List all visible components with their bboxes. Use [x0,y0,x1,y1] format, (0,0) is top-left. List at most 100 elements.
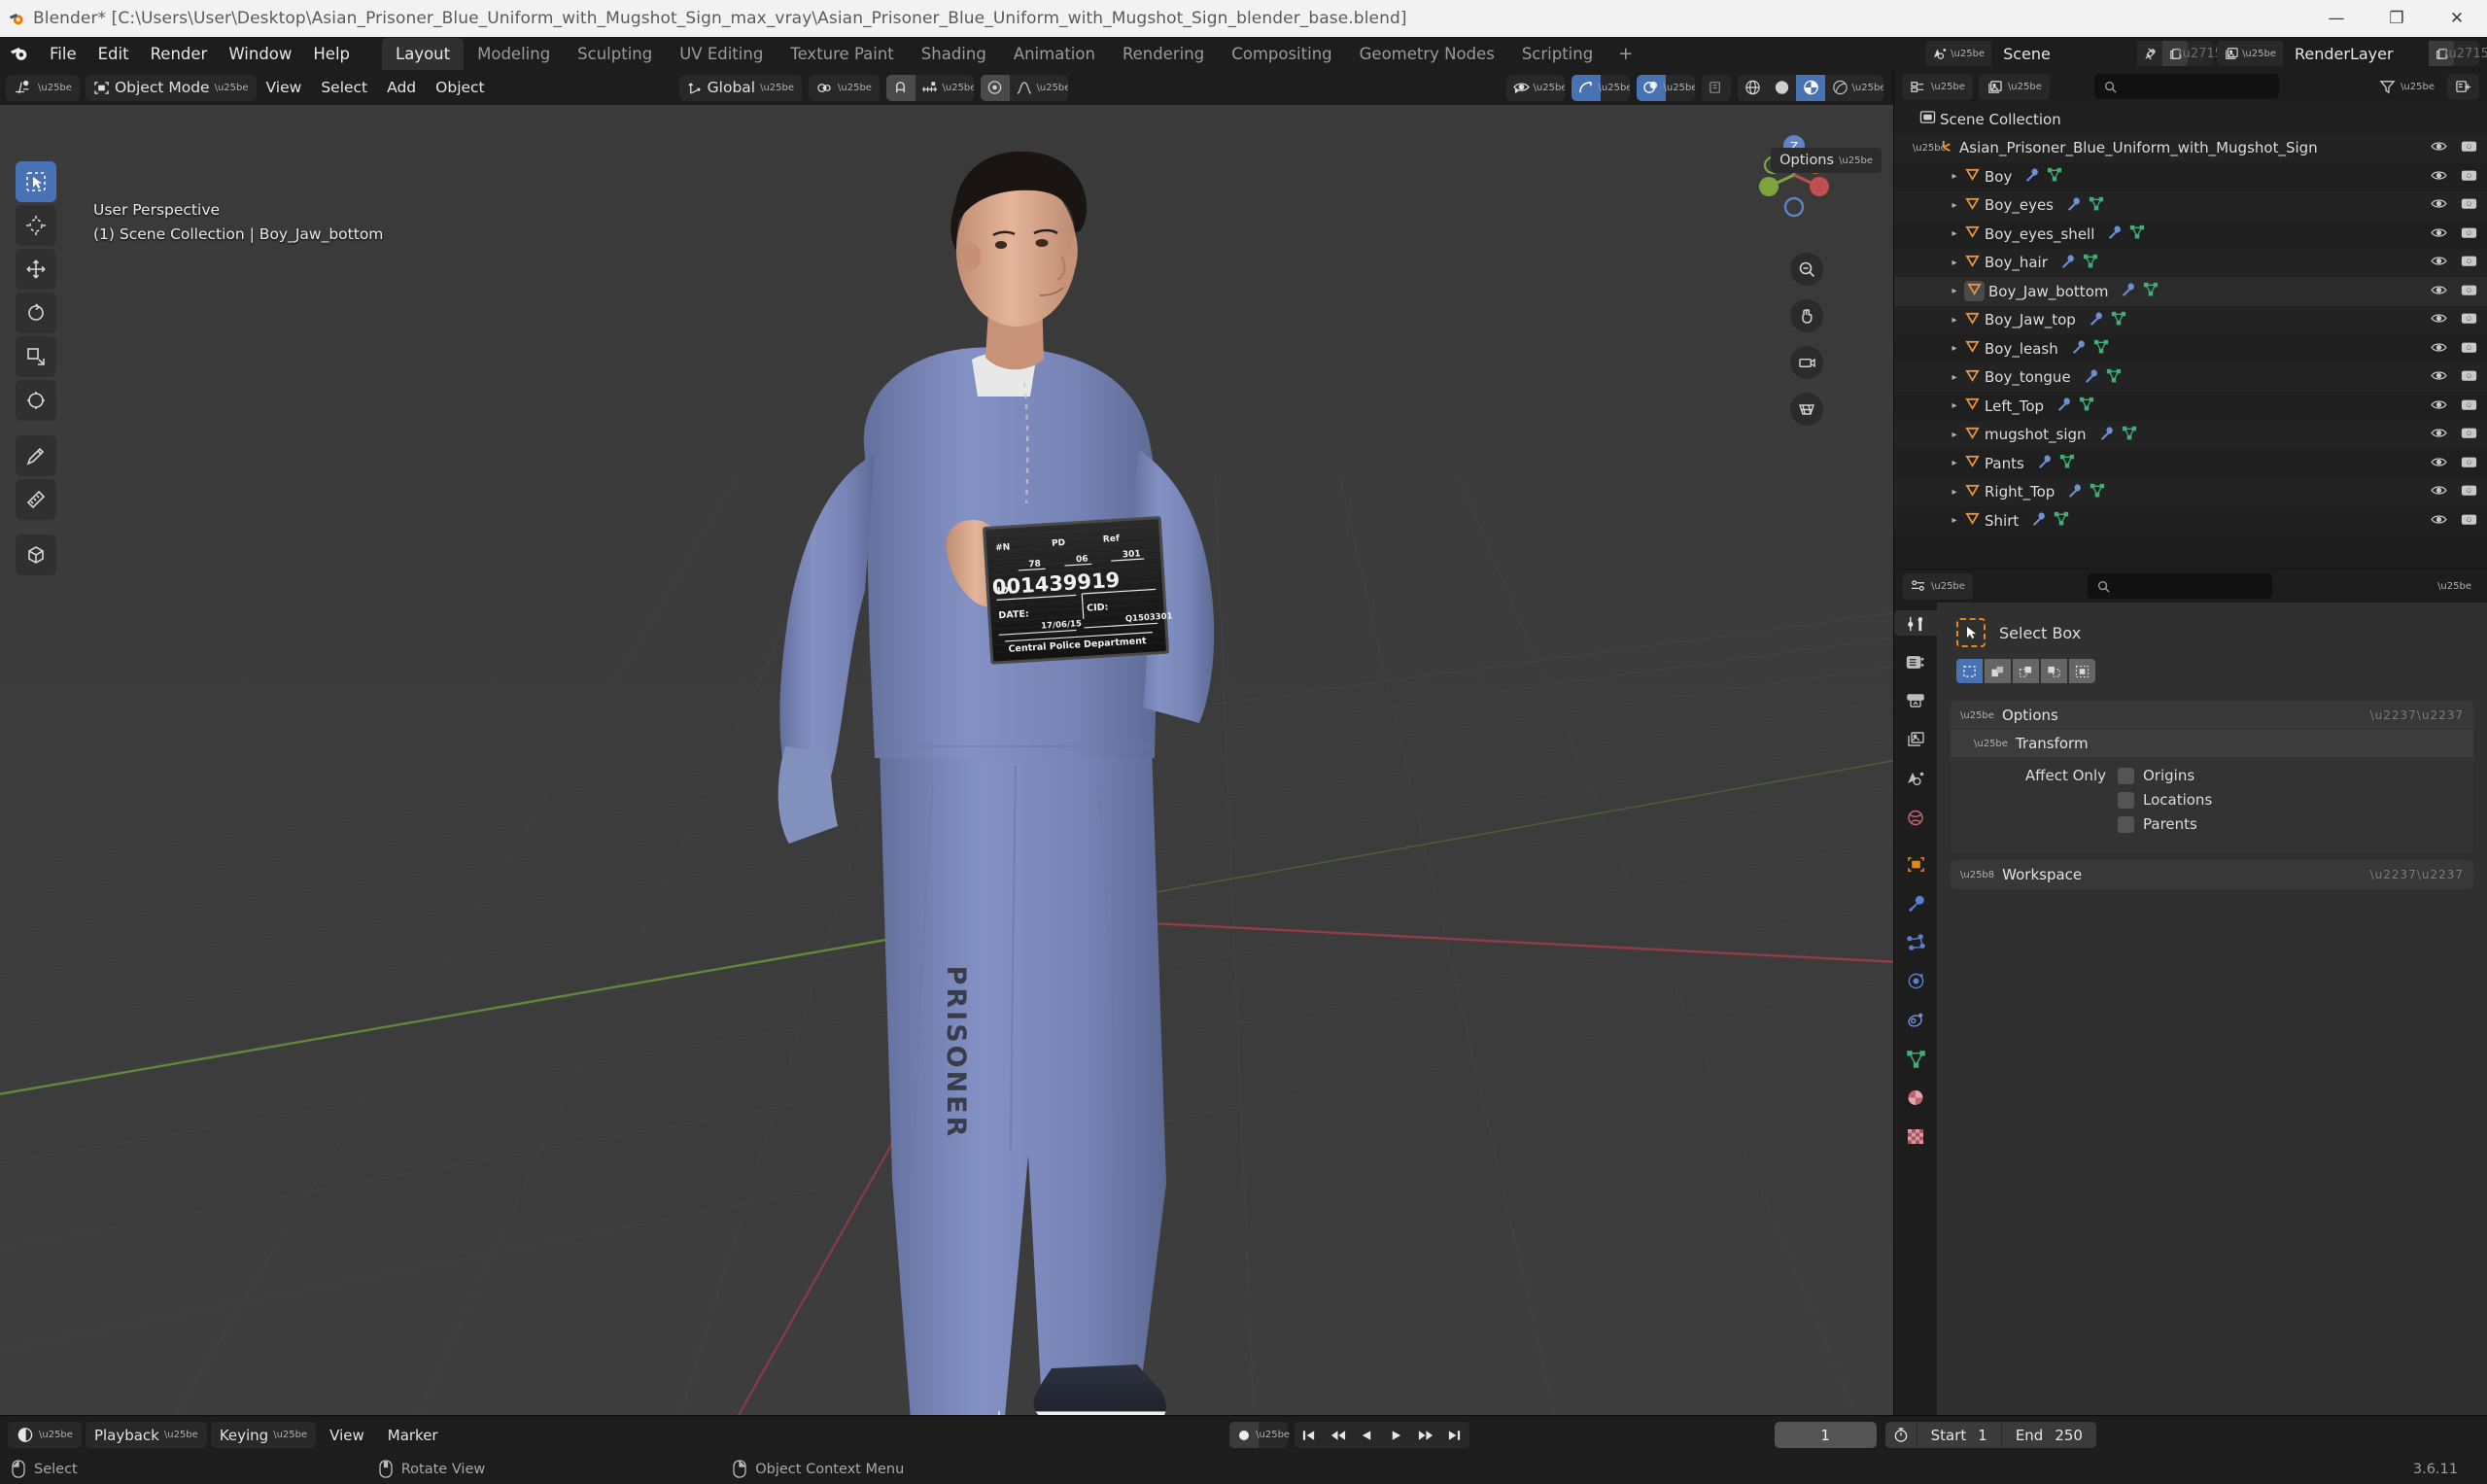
properties-search-input[interactable] [2087,573,2272,599]
tool-scale[interactable] [16,336,56,377]
expand-icon[interactable]: ▸ [1945,286,1964,296]
timeline-playback-menu[interactable]: Playback \u25be [85,1422,207,1448]
eye-icon[interactable] [2431,426,2447,443]
eye-icon[interactable] [2431,311,2447,328]
menu-help[interactable]: Help [302,42,361,66]
collapse-icon[interactable]: \u25bc [1913,143,1946,154]
outliner-row-object[interactable]: ▸ Right_Top [1894,477,2487,506]
workspace-panel-header[interactable]: \u25b8 Workspace \u2237\u2237 [1951,860,2473,889]
eye-icon[interactable] [2431,139,2447,156]
view-layer-name[interactable]: RenderLayer [2283,41,2429,66]
gizmo-dropdown-icon[interactable]: \u25be [1599,74,1630,101]
expand-icon[interactable]: ▸ [1945,171,1964,182]
editor-type-icon[interactable]: \u25be [6,74,80,101]
maximize-button[interactable]: ❐ [2366,0,2427,37]
viewport-menu-object[interactable]: Object [426,75,494,100]
timeline-view-menu[interactable]: View [320,1423,374,1448]
camera-icon[interactable] [2461,283,2477,300]
solid-shading-icon[interactable] [1767,74,1796,101]
eye-icon[interactable] [2431,283,2447,300]
mesh-data-icon[interactable] [2106,368,2122,387]
wireframe-shading-icon[interactable] [1738,74,1767,101]
mesh-data-icon[interactable] [2143,282,2159,300]
outliner-display-mode[interactable]: \u25be [1978,73,2050,100]
tool-measure[interactable] [16,479,56,520]
outliner-row-object[interactable]: ▸ Pants [1894,449,2487,478]
eye-icon[interactable] [2431,368,2447,386]
shading-dropdown-icon[interactable]: \u25be [1852,74,1883,101]
outliner-row-object[interactable]: ▸ Boy_eyes [1894,190,2487,220]
viewport-menu-add[interactable]: Add [377,75,426,100]
mesh-data-icon[interactable] [2083,254,2098,272]
camera-icon[interactable] [2461,426,2477,443]
camera-icon[interactable] [2461,512,2477,530]
tool-annotate[interactable] [16,435,56,476]
proportional-edit-icon[interactable] [980,74,1010,101]
outliner-row-object[interactable]: ▸ Boy_Jaw_top [1894,305,2487,334]
tab-data-icon[interactable] [1901,1046,1930,1071]
viewport-menu-view[interactable]: View [257,75,312,100]
tab-uv-editing[interactable]: UV Editing [666,38,777,70]
mesh-data-icon[interactable] [2111,311,2126,329]
timeline-marker-menu[interactable]: Marker [378,1423,448,1448]
scene-icon[interactable]: \u25be [1925,41,1992,66]
view-layer-icon[interactable]: \u25be [2217,41,2283,66]
expand-icon[interactable]: ▸ [1945,458,1964,468]
tab-sculpting[interactable]: Sculpting [564,38,666,70]
scene-name[interactable]: Scene [1991,41,2138,66]
mesh-data-icon[interactable] [2059,454,2075,472]
tab-object-icon[interactable] [1901,851,1930,877]
tab-compositing[interactable]: Compositing [1218,38,1345,70]
locations-checkbox[interactable] [2118,791,2134,809]
view-layer-selector[interactable]: \u25be RenderLayer \u2715 [2217,41,2487,66]
auto-keying-dropdown-icon[interactable]: \u25be [1256,1422,1290,1448]
mesh-data-icon[interactable] [2090,483,2105,501]
tab-rendering[interactable]: Rendering [1109,38,1218,70]
tab-layout[interactable]: Layout [382,38,465,70]
falloff-dropdown-icon[interactable]: \u25be [1037,74,1068,101]
tab-output-icon[interactable] [1901,688,1930,713]
transform-subpanel-header[interactable]: \u25be Transform [1951,730,2473,757]
outliner-row-object[interactable]: ▸ Boy_Jaw_bottom [1894,277,2487,306]
rendered-shading-icon[interactable] [1825,74,1854,101]
zoom-view-icon[interactable] [1790,253,1823,286]
eye-icon[interactable] [2431,512,2447,530]
end-frame-field[interactable]: End 250 [2002,1422,2096,1448]
tab-scripting[interactable]: Scripting [1508,38,1606,70]
panel-grip[interactable]: \u2237\u2237 [2370,708,2464,722]
outliner-row-collection[interactable]: \u25bc Asian_Prisoner_Blue_Uniform_with_… [1894,133,2487,162]
modifier-icon[interactable] [2099,426,2115,444]
tool-cursor[interactable] [16,205,56,246]
properties-editor-type-icon[interactable]: \u25be [1902,572,1973,600]
snap-target-icon[interactable] [915,74,945,101]
modifier-icon[interactable] [2066,196,2082,215]
camera-icon[interactable] [2461,168,2477,186]
outliner-search-input[interactable] [2093,74,2279,99]
play-icon[interactable] [1382,1422,1411,1448]
next-keyframe-icon[interactable] [1411,1422,1440,1448]
auto-keying-icon[interactable] [1228,1422,1259,1448]
tool-add-cube[interactable] [16,535,56,575]
outliner-row-object[interactable]: ▸ Boy_leash [1894,334,2487,363]
outliner-row-scene-collection[interactable]: Scene Collection [1894,105,2487,134]
tab-texture-paint[interactable]: Texture Paint [777,38,907,70]
outliner-row-object[interactable]: ▸ Shirt [1894,506,2487,535]
current-frame-field[interactable]: 1 [1774,1422,1877,1448]
camera-view-icon[interactable] [1790,346,1823,379]
tool-move[interactable] [16,249,56,290]
add-workspace-button[interactable]: + [1606,44,1644,64]
navigation-gizmo[interactable]: Z [1749,130,1839,220]
modifier-icon[interactable] [2107,224,2123,243]
outliner-row-object[interactable]: ▸ Boy_eyes_shell [1894,220,2487,249]
select-difference-icon[interactable] [2041,659,2067,683]
modifier-icon[interactable] [2084,368,2099,387]
tab-animation[interactable]: Animation [1000,38,1109,70]
camera-icon[interactable] [2461,455,2477,472]
camera-icon[interactable] [2461,196,2477,214]
expand-icon[interactable]: ▸ [1945,258,1964,268]
camera-icon[interactable] [2461,311,2477,328]
tab-render-icon[interactable] [1901,649,1930,674]
outliner-row-object[interactable]: ▸ Boy_tongue [1894,362,2487,392]
select-intersect-icon[interactable] [2069,659,2095,683]
tab-world-icon[interactable] [1901,805,1930,830]
